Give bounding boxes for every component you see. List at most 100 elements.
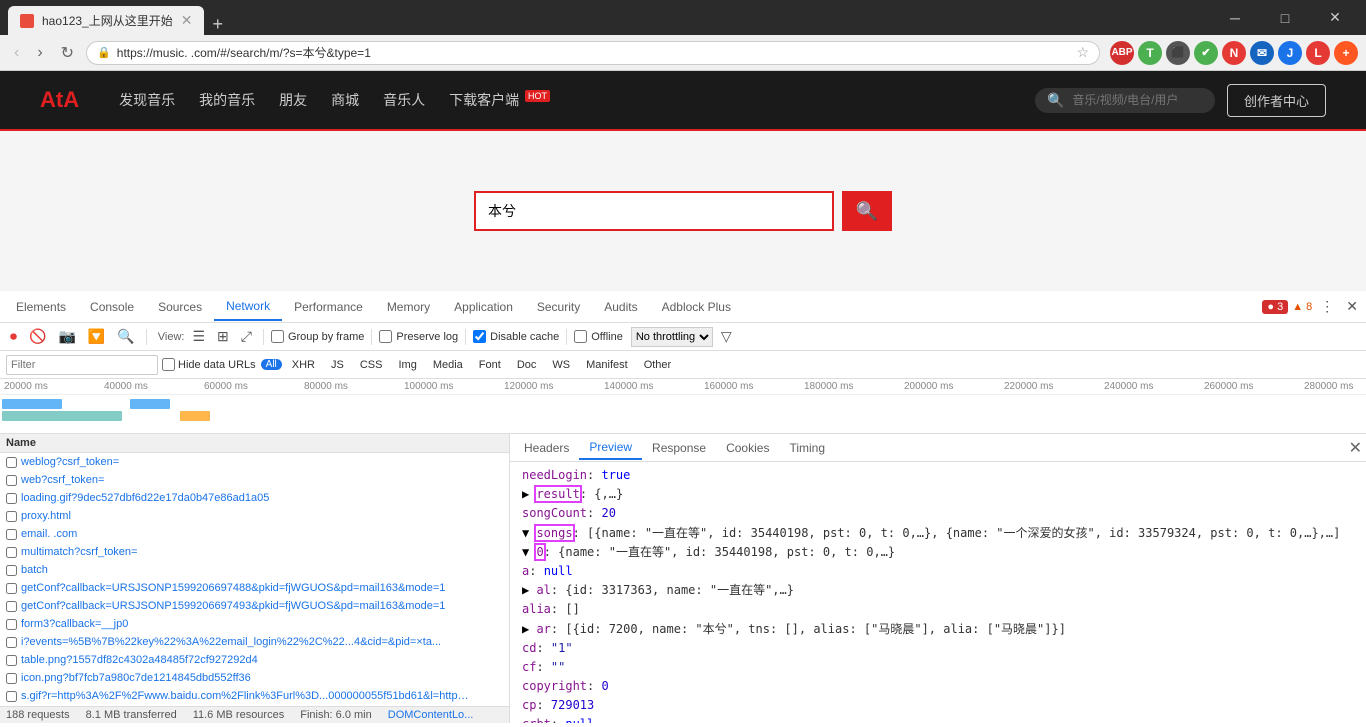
header-search-box[interactable]: 🔍 [1035, 88, 1215, 113]
type-js-button[interactable]: JS [325, 358, 350, 372]
detail-tab-preview[interactable]: Preview [579, 436, 642, 460]
file-checkbox[interactable] [6, 637, 17, 648]
maximize-button[interactable]: □ [1262, 0, 1308, 35]
ext-btn8[interactable]: L [1306, 41, 1330, 65]
capture-screenshot-button[interactable]: ⤢ [237, 326, 256, 347]
type-manifest-button[interactable]: Manifest [580, 358, 634, 372]
hide-data-urls-checkbox[interactable] [162, 358, 175, 371]
file-checkbox[interactable] [6, 493, 17, 504]
active-tab[interactable]: hao123_上网从这里开始 ✕ [8, 6, 204, 35]
tab-performance[interactable]: Performance [282, 294, 375, 320]
ext-btn3[interactable]: ⬛ [1166, 41, 1190, 65]
file-checkbox[interactable] [6, 565, 17, 576]
result-toggle[interactable]: ▶ [522, 487, 536, 501]
type-css-button[interactable]: CSS [354, 358, 389, 372]
tab-close-button[interactable]: ✕ [181, 12, 193, 29]
file-checkbox[interactable] [6, 511, 17, 522]
ext-btn4[interactable]: ✔ [1194, 41, 1218, 65]
disable-cache-checkbox[interactable] [473, 330, 486, 343]
type-ws-button[interactable]: WS [546, 358, 576, 372]
nav-shop[interactable]: 商城 [331, 90, 359, 110]
record-button[interactable]: ⏺ [6, 326, 21, 347]
ext-btn2[interactable]: T [1138, 41, 1162, 65]
devtools-close-button[interactable]: ✕ [1342, 296, 1362, 317]
ar-toggle[interactable]: ▶ [522, 622, 536, 636]
list-item[interactable]: proxy.html [0, 507, 509, 525]
throttling-select[interactable]: No throttling [631, 327, 713, 347]
list-item[interactable]: i?events=%5B%7B%22key%22%3A%22email_logi… [0, 633, 509, 651]
search-button[interactable]: 🔍 [113, 326, 138, 347]
group-by-frame-label[interactable]: Group by frame [271, 330, 364, 343]
list-item[interactable]: loading.gif?9dec527dbf6d22e17da0b47e86ad… [0, 489, 509, 507]
close-button[interactable]: ✕ [1312, 0, 1358, 35]
disable-cache-label[interactable]: Disable cache [473, 330, 559, 343]
file-checkbox[interactable] [6, 673, 17, 684]
list-item[interactable]: icon.png?bf7fcb7a980c7de1214845dbd552ff3… [0, 669, 509, 687]
grid-view-button[interactable]: ⊞ [213, 326, 233, 347]
file-checkbox[interactable] [6, 601, 17, 612]
al-toggle[interactable]: ▶ [522, 583, 536, 597]
new-tab-button[interactable]: + [204, 14, 231, 35]
tab-audits[interactable]: Audits [592, 294, 649, 320]
nav-friends[interactable]: 朋友 [279, 90, 307, 110]
ext-btn9[interactable]: + [1334, 41, 1358, 65]
songs-toggle[interactable]: ▼ [522, 526, 536, 540]
item0-toggle[interactable]: ▼ [522, 545, 536, 559]
list-item[interactable]: multimatch?csrf_token= [0, 543, 509, 561]
list-item[interactable]: web?csrf_token= [0, 471, 509, 489]
json-line-ar[interactable]: ▶ ar: [{id: 7200, name: "本兮", tns: [], a… [518, 620, 1358, 639]
list-item[interactable]: s.gif?r=http%3A%2F%2Fwww.baidu.com%2Flin… [0, 687, 509, 705]
tab-application[interactable]: Application [442, 294, 525, 320]
json-line-result[interactable]: ▶ result: {,…} [518, 485, 1358, 504]
bookmark-button[interactable]: ☆ [1076, 44, 1089, 61]
list-item[interactable]: getConf?callback=URSJSONP1599206697493&p… [0, 597, 509, 615]
refresh-button[interactable]: ↻ [55, 39, 80, 67]
list-item[interactable]: getConf?callback=URSJSONP1599206697488&p… [0, 579, 509, 597]
all-type-button[interactable]: All [261, 359, 282, 370]
minimize-button[interactable]: ─ [1212, 0, 1258, 35]
json-line-songs[interactable]: ▼ songs: [{name: "一直在等", id: 35440198, p… [518, 524, 1358, 543]
ext-btn5[interactable]: N [1222, 41, 1246, 65]
detail-tab-timing[interactable]: Timing [779, 437, 835, 459]
address-bar[interactable]: 🔒 https://music. .com/#/search/m/?s=本兮&t… [86, 41, 1100, 65]
filter-input[interactable] [6, 355, 158, 375]
back-button[interactable]: ‹ [8, 40, 25, 66]
file-checkbox[interactable] [6, 475, 17, 486]
file-list[interactable]: weblog?csrf_token= web?csrf_token= loadi… [0, 453, 509, 706]
main-search-button[interactable]: 🔍 [842, 191, 892, 231]
tab-sources[interactable]: Sources [146, 294, 214, 320]
detail-tab-response[interactable]: Response [642, 437, 716, 459]
list-item[interactable]: form3?callback=__jp0 [0, 615, 509, 633]
file-checkbox[interactable] [6, 655, 17, 666]
type-font-button[interactable]: Font [473, 358, 507, 372]
creator-center-button[interactable]: 创作者中心 [1227, 84, 1326, 117]
header-search-input[interactable] [1072, 93, 1202, 107]
type-doc-button[interactable]: Doc [511, 358, 543, 372]
file-checkbox[interactable] [6, 691, 17, 702]
nav-discover-music[interactable]: 发现音乐 [119, 90, 175, 110]
list-item[interactable]: table.png?1557df82c4302a48485f72cf927292… [0, 651, 509, 669]
tab-adblock-plus[interactable]: Adblock Plus [650, 294, 743, 320]
nav-download[interactable]: 下载客户端 HOT [449, 90, 550, 110]
file-checkbox[interactable] [6, 457, 17, 468]
list-item[interactable]: weblog?csrf_token= [0, 453, 509, 471]
devtools-menu-button[interactable]: ⋮ [1316, 296, 1338, 317]
json-line-al[interactable]: ▶ al: {id: 3317363, name: "一直在等",…} [518, 581, 1358, 600]
filter-button[interactable]: 🔽 [84, 326, 109, 347]
ext-btn6[interactable]: ✉ [1250, 41, 1274, 65]
tab-network[interactable]: Network [214, 293, 282, 321]
forward-button[interactable]: › [31, 40, 48, 66]
list-item[interactable]: email. .com [0, 525, 509, 543]
throttling-down-icon[interactable]: ▽ [717, 326, 736, 347]
list-item[interactable]: batch [0, 561, 509, 579]
type-other-button[interactable]: Other [638, 358, 678, 372]
ext-btn7[interactable]: J [1278, 41, 1302, 65]
group-by-frame-checkbox[interactable] [271, 330, 284, 343]
main-search-input[interactable] [474, 191, 834, 231]
file-checkbox[interactable] [6, 529, 17, 540]
ext-abp-button[interactable]: ABP [1110, 41, 1134, 65]
detail-tab-headers[interactable]: Headers [514, 437, 579, 459]
json-preview-content[interactable]: needLogin: true ▶ result: {,…} songCount… [510, 462, 1366, 723]
clear-button[interactable]: 🚫 [25, 326, 50, 347]
tab-memory[interactable]: Memory [375, 294, 442, 320]
